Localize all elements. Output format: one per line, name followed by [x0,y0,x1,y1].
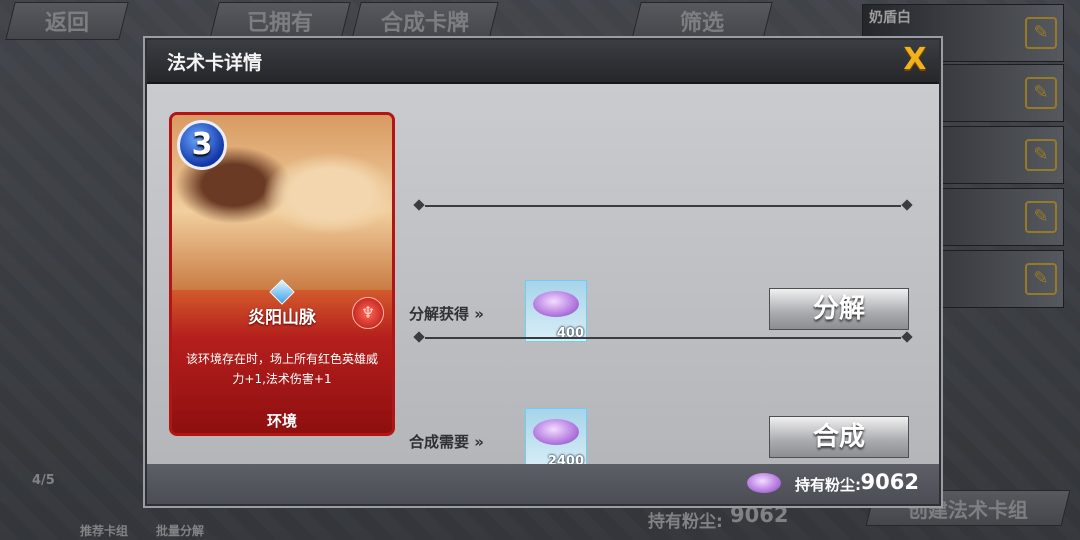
spell-card-detail-modal: 法术卡详情 X 3 炎阳山脉 ♆ 该环境存在时，场上所有红色英雄威力+1,法术伤… [145,38,941,506]
owned-dust-label: 持有粉尘: [795,476,861,494]
red-faction-icon: ♆ [352,297,384,329]
dust-icon [533,419,579,445]
spell-card: 3 炎阳山脉 ♆ 该环境存在时，场上所有红色英雄威力+1,法术伤害+1 环境 [169,112,395,436]
card-description: 该环境存在时，场上所有红色英雄威力+1,法术伤害+1 [186,352,379,386]
close-button[interactable]: X [899,44,931,76]
dust-icon [533,291,579,317]
disenchant-button[interactable]: 分解 [769,288,909,330]
modal-footer: 持有粉尘: 9062 [147,464,939,504]
divider [413,331,913,343]
disenchant-label: 分解获得 » [409,305,484,323]
modal-title: 法术卡详情 [167,52,263,74]
craft-button[interactable]: 合成 [769,416,909,458]
craft-label: 合成需要 » [409,433,484,451]
card-cost: 3 [177,120,227,170]
dust-icon [747,473,781,493]
craft-dust-box: 2400 [525,408,587,470]
card-type: 环境 [266,412,297,430]
divider [413,199,913,211]
modal-header: 法术卡详情 X [147,40,939,84]
owned-dust-value: 9062 [860,470,919,494]
modal-body: 3 炎阳山脉 ♆ 该环境存在时，场上所有红色英雄威力+1,法术伤害+1 环境 分… [147,84,939,470]
